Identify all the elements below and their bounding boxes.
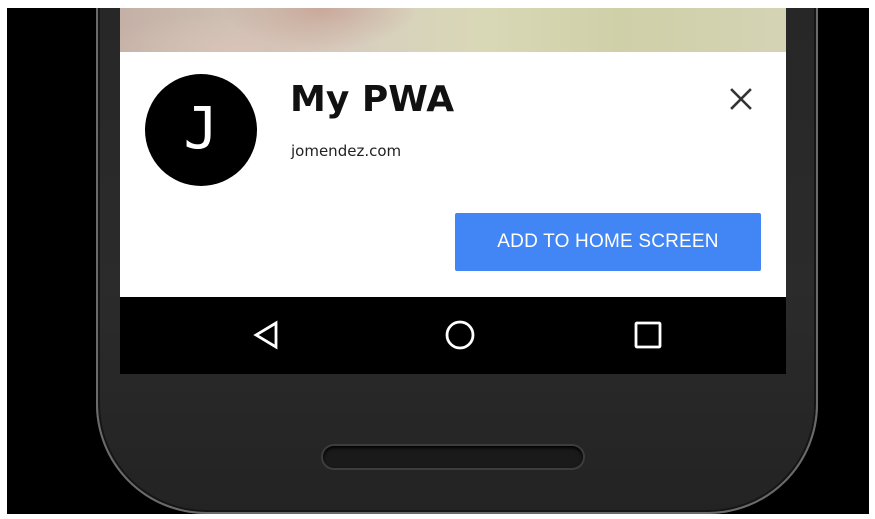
home-button[interactable] <box>440 315 480 355</box>
circle-home-icon <box>445 320 475 350</box>
phone-screen: J My PWA jomendez.com ADD TO HOME SCREEN <box>120 8 786 374</box>
navigation-bar <box>120 297 786 374</box>
speaker-grille <box>323 446 583 468</box>
background: J My PWA jomendez.com ADD TO HOME SCREEN <box>7 8 869 514</box>
app-url: jomendez.com <box>291 142 402 160</box>
add-to-home-banner: J My PWA jomendez.com ADD TO HOME SCREEN <box>120 52 786 297</box>
app-icon-letter: J <box>183 94 219 162</box>
close-button[interactable] <box>724 82 758 116</box>
triangle-back-icon <box>253 320 278 350</box>
app-icon: J <box>145 74 257 186</box>
back-button[interactable] <box>247 315 287 355</box>
recents-button[interactable] <box>628 315 668 355</box>
add-to-home-screen-button[interactable]: ADD TO HOME SCREEN <box>455 213 761 271</box>
background-photo <box>120 8 786 52</box>
square-recents-icon <box>634 321 662 349</box>
close-icon <box>730 88 752 110</box>
app-name: My PWA <box>290 79 455 120</box>
